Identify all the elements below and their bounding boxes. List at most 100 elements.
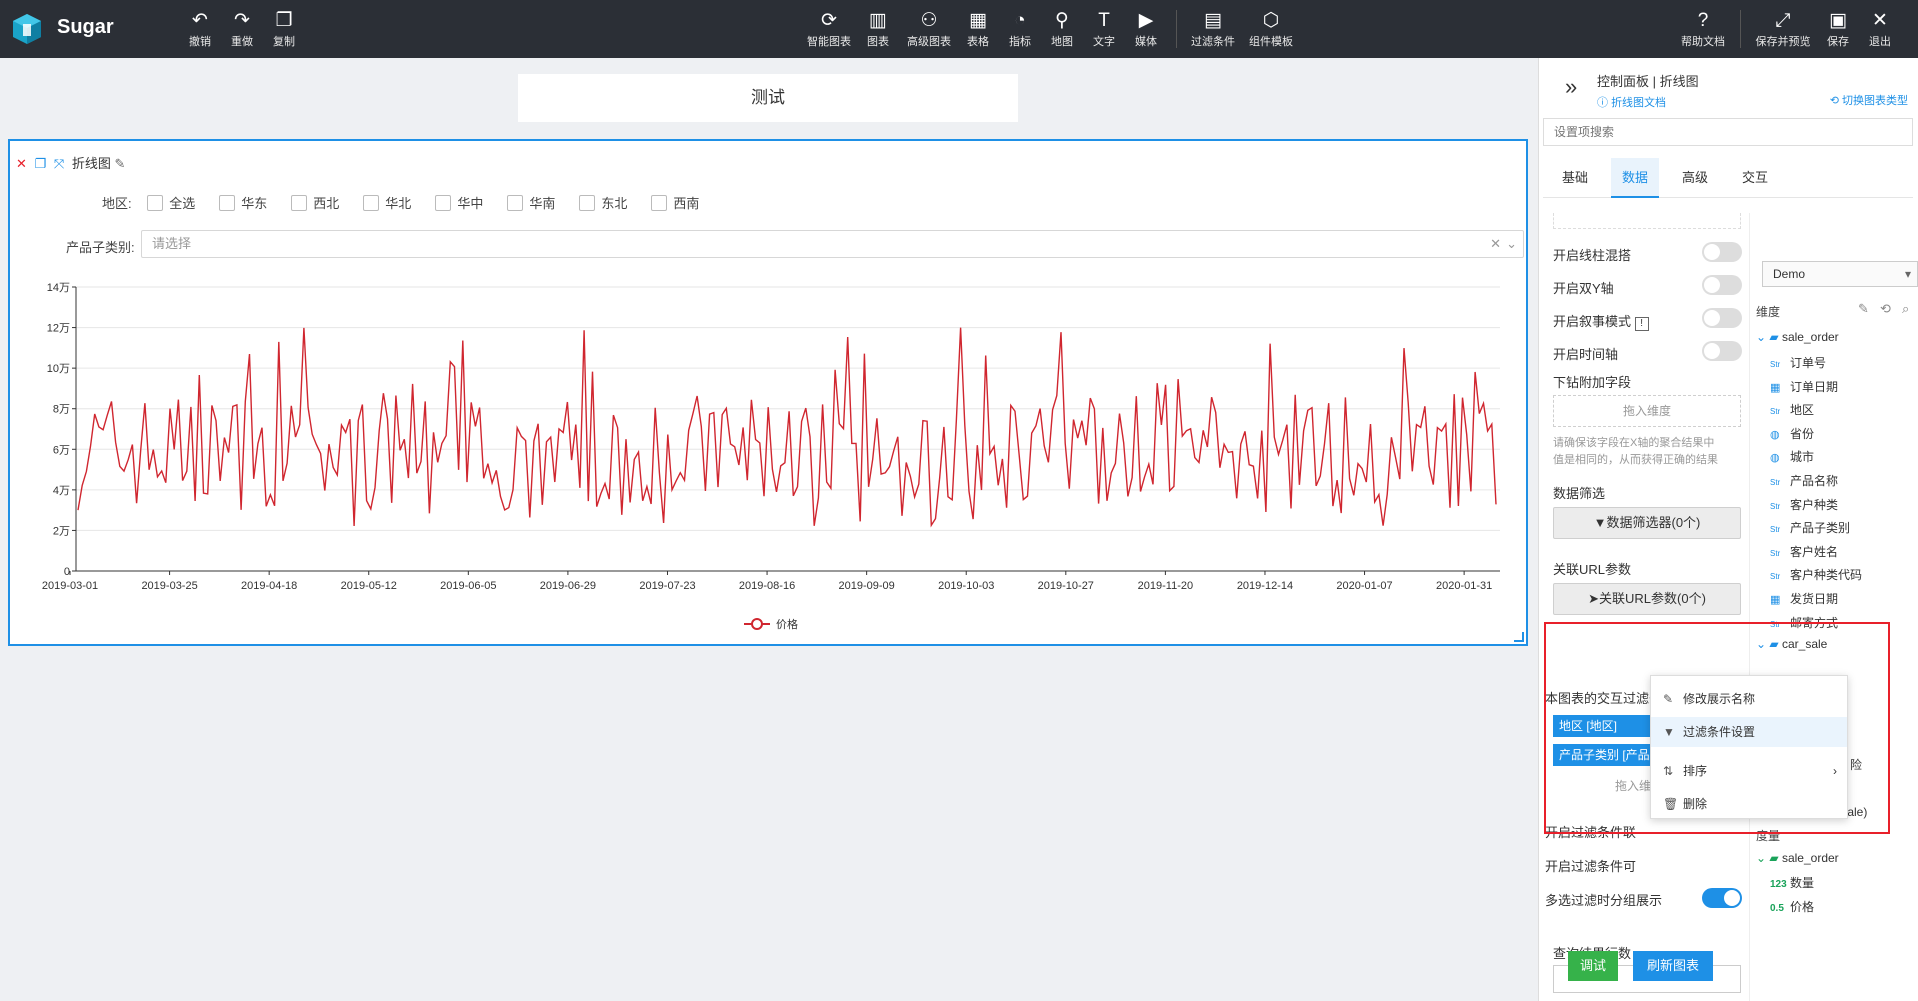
field-item[interactable]: ▦ 订单日期	[1770, 378, 1838, 395]
string-type-icon: Str	[1770, 360, 1781, 369]
table-button[interactable]: ▦ 表格	[964, 9, 992, 49]
checkbox[interactable]	[291, 195, 308, 211]
clear-icon[interactable]: ✕	[1490, 231, 1501, 257]
tab-3[interactable]: 交互	[1731, 158, 1779, 198]
edit-icon[interactable]: ✎	[1858, 301, 1869, 317]
tab-0[interactable]: 基础	[1551, 158, 1599, 198]
edit-pencil-icon[interactable]: ✎	[114, 156, 125, 171]
checkbox[interactable]	[219, 195, 236, 211]
data-filter-label: 数据筛选	[1553, 486, 1606, 501]
string-type-icon: Str	[1770, 525, 1781, 535]
tab-1[interactable]: 数据	[1611, 158, 1659, 198]
field-item[interactable]: 0.5 价格	[1770, 898, 1814, 915]
field-item[interactable]: Str 客户种类	[1770, 496, 1838, 513]
trash-icon: 🗑	[1663, 797, 1679, 811]
settings-search-input[interactable]	[1543, 118, 1913, 146]
x-tick-label: 2020-01-07	[1336, 580, 1392, 592]
chevron-down-icon[interactable]: ⌄	[1506, 231, 1517, 257]
checkbox[interactable]	[507, 195, 524, 211]
checkbox[interactable]	[435, 195, 452, 211]
info-icon[interactable]: !	[1634, 317, 1649, 331]
advanced-chart-icon: ⚇	[920, 10, 938, 31]
field-item[interactable]: 123 数量	[1770, 874, 1814, 891]
debug-button[interactable]: 调试	[1568, 951, 1618, 981]
delete-icon[interactable]: ✕	[16, 156, 27, 171]
resize-handle-icon[interactable]	[1514, 632, 1524, 642]
filter-condition-button[interactable]: ▤ 过滤条件	[1188, 9, 1238, 49]
checkbox[interactable]	[147, 195, 164, 211]
help-doc-button[interactable]: ? 帮助文档	[1678, 9, 1728, 49]
url-param-button[interactable]: ➤关联URL参数(0个)	[1553, 583, 1741, 615]
checkbox[interactable]	[579, 195, 596, 211]
redo-button[interactable]: ↷ 重做	[228, 9, 256, 49]
region-filter-label: 地区:	[102, 196, 132, 211]
region-option[interactable]: 华东	[219, 195, 268, 211]
funnel-icon: ▼	[1593, 515, 1607, 530]
region-option[interactable]: 华南	[507, 195, 555, 211]
region-option-label: 华东	[241, 196, 268, 211]
collapse-panel-icon[interactable]: »	[1565, 74, 1577, 100]
field-item[interactable]: Str 产品子类别	[1770, 519, 1850, 536]
field-item[interactable]: Str 订单号	[1770, 354, 1826, 371]
save-button[interactable]: ▣ 保存	[1824, 9, 1852, 49]
data-filter-button[interactable]: ▼数据筛选器(0个)	[1553, 507, 1741, 539]
time-axis-toggle[interactable]	[1702, 341, 1742, 361]
category-select[interactable]: 请选择 ✕ ⌄	[141, 230, 1524, 258]
field-group[interactable]: ⌄ ▰ sale_order	[1756, 851, 1839, 865]
close-icon: ✕	[1872, 10, 1888, 31]
region-option[interactable]: 东北	[579, 195, 627, 211]
drill-drop-zone[interactable]: 拖入维度	[1553, 395, 1741, 427]
metric-button[interactable]: ◔ 指标	[1006, 9, 1034, 49]
checkbox[interactable]	[651, 195, 668, 211]
map-button[interactable]: ⚲ 地图	[1048, 9, 1076, 49]
menu-filter-settings[interactable]: ▼ 过滤条件设置	[1651, 717, 1847, 747]
refresh-chart-button[interactable]: 刷新图表	[1633, 951, 1713, 981]
search-icon[interactable]: ⌕	[1902, 301, 1909, 317]
narrative-toggle[interactable]	[1702, 308, 1742, 328]
dual-y-toggle[interactable]	[1702, 275, 1742, 295]
field-item[interactable]: Str 产品名称	[1770, 472, 1838, 489]
undo-button[interactable]: ↶ 撤销	[186, 9, 214, 49]
datasource-select[interactable]: Demo ▾	[1762, 261, 1918, 287]
copy-button[interactable]: ❐ 复制	[270, 9, 298, 49]
copy-icon[interactable]: ❐	[35, 156, 47, 171]
advanced-chart-button[interactable]: ⚇ 高级图表	[904, 9, 954, 49]
field-item[interactable]: ◍ 城市	[1770, 448, 1814, 465]
menu-rename[interactable]: ✎ 修改展示名称	[1651, 684, 1847, 714]
field-item[interactable]: Str 地区	[1770, 401, 1814, 418]
region-option[interactable]: 西北	[291, 195, 339, 211]
save-preview-button[interactable]: ⤢ 保存并预览	[1752, 9, 1814, 49]
checkbox[interactable]	[363, 195, 380, 211]
text-button[interactable]: T 文字	[1090, 9, 1118, 49]
field-item[interactable]: ◍ 省份	[1770, 425, 1814, 442]
fullscreen-icon[interactable]: ⤧	[54, 156, 64, 171]
media-button[interactable]: ▶ 媒体	[1132, 9, 1160, 49]
save-icon: ▣	[1829, 10, 1847, 31]
field-item[interactable]: ▦ 发货日期	[1770, 590, 1838, 607]
canvas-title[interactable]: 测试	[518, 74, 1018, 122]
region-option[interactable]: 全选	[147, 195, 195, 211]
doc-link[interactable]: ⓘ 折线图文档	[1597, 94, 1666, 110]
question-icon: ?	[1697, 10, 1709, 31]
switch-chart-type-link[interactable]: ⟲ 切换图表类型	[1830, 92, 1908, 108]
refresh-icon[interactable]: ⟲	[1880, 301, 1891, 317]
region-option[interactable]: 华北	[363, 195, 412, 211]
chart-button[interactable]: ▥ 图表	[864, 9, 892, 49]
multi-group-toggle[interactable]	[1702, 888, 1742, 908]
region-option-label: 华北	[385, 196, 412, 211]
line-chart-card[interactable]: ✕ ❐ ⤧ 折线图 ✎ 地区: 全选 华东 西北 华北 华中 华南 东北 西南 产品子类别: …	[8, 139, 1528, 646]
region-option[interactable]: 华中	[435, 195, 483, 211]
exit-button[interactable]: ✕ 退出	[1866, 9, 1894, 49]
region-option[interactable]: 西南	[651, 195, 699, 211]
field-item[interactable]: Str 客户姓名	[1770, 543, 1838, 560]
string-type-icon: Str	[1770, 407, 1781, 417]
tab-2[interactable]: 高级	[1671, 158, 1719, 198]
menu-sort[interactable]: ⇅ 排序 ›	[1651, 756, 1847, 786]
menu-delete[interactable]: 🗑 删除	[1651, 789, 1847, 819]
component-template-button[interactable]: ⬡ 组件模板	[1246, 9, 1296, 49]
line-chart: 0 2万 4万 6万 8万 10万 12万 14万 2019-03-01 2019-03-25 20…	[42, 282, 1500, 631]
field-item[interactable]: Str 客户种类代码	[1770, 566, 1862, 583]
mixed-toggle[interactable]	[1702, 242, 1742, 262]
smart-chart-button[interactable]: ⟳ 智能图表	[804, 9, 854, 49]
field-group[interactable]: ⌄ ▰ sale_order	[1756, 330, 1839, 344]
